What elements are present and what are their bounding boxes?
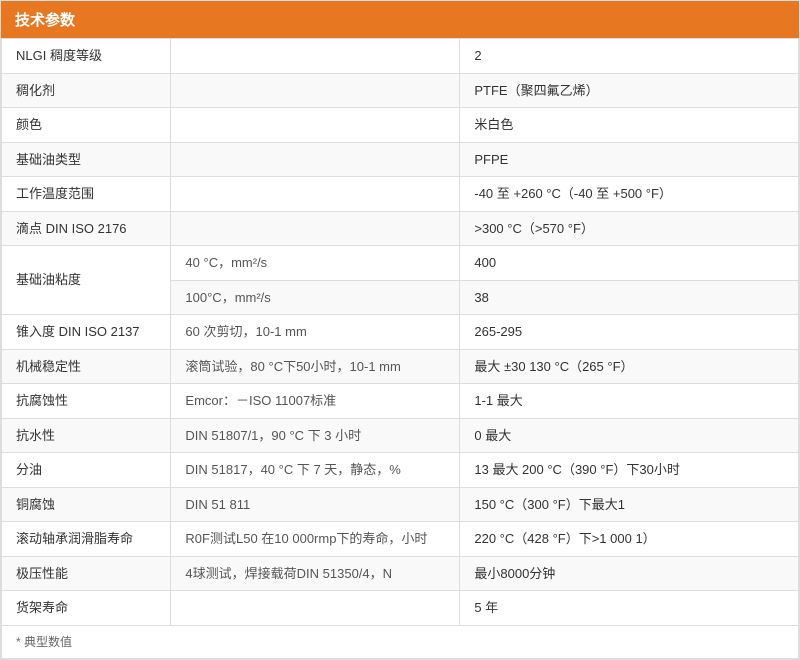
- spec-detail: [171, 177, 460, 212]
- spec-detail: [171, 39, 460, 74]
- spec-value: 2: [460, 39, 799, 74]
- spec-detail: 40 °C，mm²/s: [171, 246, 460, 281]
- spec-value: 最小8000分钟: [460, 556, 799, 591]
- spec-detail: 60 次剪切，10-1 mm: [171, 315, 460, 350]
- spec-value: 0 最大: [460, 418, 799, 453]
- table-row: 机械稳定性滚筒试验，80 °C下50小时，10-1 mm最大 ±30 130 °…: [2, 349, 799, 384]
- tech-specs-container: 技术参数 NLGI 稠度等级 2 稠化剂 PTFE（聚四氟乙烯） 颜色 米白色基础油类型 P…: [0, 0, 800, 660]
- table-row: 极压性能4球测试，焊接载荷DIN 51350/4，N最小8000分钟: [2, 556, 799, 591]
- spec-value: -40 至 +260 °C（-40 至 +500 °F）: [460, 177, 799, 212]
- specs-table: NLGI 稠度等级2稠化剂PTFE（聚四氟乙烯）颜色米白色基础油类型PFPE工作…: [1, 38, 799, 659]
- spec-value: 220 °C（428 °F）下>1 000 1）: [460, 522, 799, 557]
- spec-label: 颜色: [2, 108, 171, 143]
- spec-label: 滴点 DIN ISO 2176: [2, 211, 171, 246]
- spec-value: 1-1 最大: [460, 384, 799, 419]
- spec-value: 38: [460, 280, 799, 315]
- spec-detail: 滚筒试验，80 °C下50小时，10-1 mm: [171, 349, 460, 384]
- spec-label: 极压性能: [2, 556, 171, 591]
- footer-text: * 典型数值: [2, 625, 799, 658]
- spec-detail: [171, 591, 460, 626]
- spec-detail: Emcor：－ISO 11007标准: [171, 384, 460, 419]
- spec-label: 抗水性: [2, 418, 171, 453]
- spec-detail: 100°C，mm²/s: [171, 280, 460, 315]
- header-title: 技术参数: [15, 12, 75, 29]
- section-header: 技术参数: [1, 1, 799, 38]
- spec-value: 13 最大 200 °C（390 °F）下30小时: [460, 453, 799, 488]
- table-row: 货架寿命 5 年: [2, 591, 799, 626]
- table-row: 锥入度 DIN ISO 213760 次剪切，10-1 mm265-295: [2, 315, 799, 350]
- spec-label: 基础油粘度: [2, 246, 171, 315]
- spec-label: 基础油类型: [2, 142, 171, 177]
- table-row: 稠化剂 PTFE（聚四氟乙烯）: [2, 73, 799, 108]
- spec-label: 锥入度 DIN ISO 2137: [2, 315, 171, 350]
- table-row: 颜色 米白色: [2, 108, 799, 143]
- spec-detail: [171, 142, 460, 177]
- spec-label: 抗腐蚀性: [2, 384, 171, 419]
- table-row: 抗水性DIN 51807/1，90 °C 下 3 小时0 最大: [2, 418, 799, 453]
- spec-value: 265-295: [460, 315, 799, 350]
- table-row: 基础油类型 PFPE: [2, 142, 799, 177]
- spec-value: 米白色: [460, 108, 799, 143]
- spec-label: 分油: [2, 453, 171, 488]
- spec-value: PTFE（聚四氟乙烯）: [460, 73, 799, 108]
- table-row: 滴点 DIN ISO 2176 >300 °C（>570 °F）: [2, 211, 799, 246]
- spec-detail: DIN 51 811: [171, 487, 460, 522]
- spec-detail: DIN 51817，40 °C 下 7 天，静态，%: [171, 453, 460, 488]
- footer-row: * 典型数值: [2, 625, 799, 658]
- spec-label: 滚动轴承润滑脂寿命: [2, 522, 171, 557]
- spec-value: PFPE: [460, 142, 799, 177]
- table-row: 工作温度范围 -40 至 +260 °C（-40 至 +500 °F）: [2, 177, 799, 212]
- spec-detail: R0F测试L50 在10 000rmp下的寿命，小时: [171, 522, 460, 557]
- spec-detail: [171, 73, 460, 108]
- table-row: 基础油粘度40 °C，mm²/s400: [2, 246, 799, 281]
- spec-value: 150 °C（300 °F）下最大1: [460, 487, 799, 522]
- spec-detail: [171, 211, 460, 246]
- spec-label: 工作温度范围: [2, 177, 171, 212]
- spec-detail: 4球测试，焊接载荷DIN 51350/4，N: [171, 556, 460, 591]
- spec-value: 400: [460, 246, 799, 281]
- spec-detail: [171, 108, 460, 143]
- spec-label: 铜腐蚀: [2, 487, 171, 522]
- table-row: NLGI 稠度等级 2: [2, 39, 799, 74]
- table-row: 分油DIN 51817，40 °C 下 7 天，静态，%13 最大 200 °C…: [2, 453, 799, 488]
- table-row: 抗腐蚀性Emcor：－ISO 11007标准1-1 最大: [2, 384, 799, 419]
- spec-value: 5 年: [460, 591, 799, 626]
- spec-label: 机械稳定性: [2, 349, 171, 384]
- spec-value: >300 °C（>570 °F）: [460, 211, 799, 246]
- spec-value: 最大 ±30 130 °C（265 °F）: [460, 349, 799, 384]
- table-row: 滚动轴承润滑脂寿命R0F测试L50 在10 000rmp下的寿命，小时220 °…: [2, 522, 799, 557]
- spec-detail: DIN 51807/1，90 °C 下 3 小时: [171, 418, 460, 453]
- spec-label: 稠化剂: [2, 73, 171, 108]
- spec-label: NLGI 稠度等级: [2, 39, 171, 74]
- table-row: 铜腐蚀DIN 51 811150 °C（300 °F）下最大1: [2, 487, 799, 522]
- spec-label: 货架寿命: [2, 591, 171, 626]
